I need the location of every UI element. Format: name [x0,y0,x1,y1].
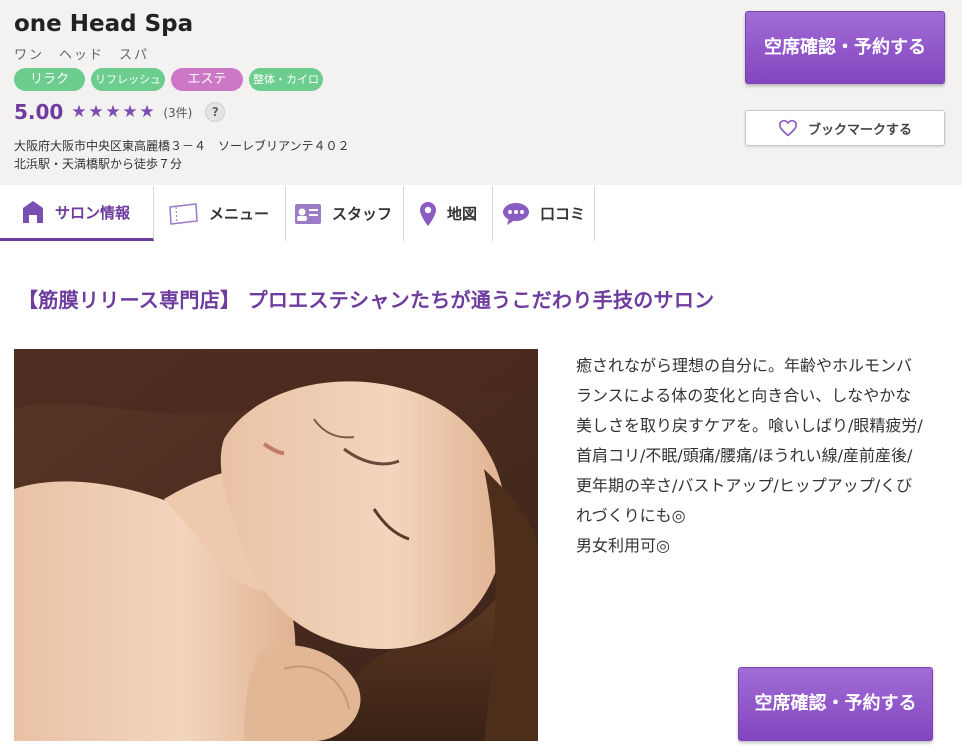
category-tags: リラク リフレッシュ エステ 整体・カイロ [14,68,323,91]
tab-salon-info[interactable]: サロン情報 [0,186,154,241]
star-icon: ★ [139,102,155,122]
tab-label: メニュー [209,205,270,223]
tab-menu[interactable]: メニュー [154,186,286,241]
review-count[interactable]: (3件) [163,104,192,121]
map-pin-icon [418,201,438,227]
ticket-icon [166,201,200,227]
catch-copy: 【筋膜リリース専門店】 プロエステシャンたちが通うこだわり手技のサロン [18,288,715,312]
rating: 5.00 ★ ★ ★ ★ ★ (3件) ? [14,100,226,124]
salon-tabs: サロン情報 メニュー スタッフ 地図 口コミ [0,186,962,242]
staff-card-icon [293,201,323,227]
bookmark-button[interactable]: ブックマークする [745,110,945,146]
tab-label: 口コミ [540,205,586,223]
tab-reviews[interactable]: 口コミ [493,186,595,241]
bookmark-label: ブックマークする [807,122,912,138]
description-text: 癒されながら理想の自分に。年齢やホルモンバランスによる体の変化と向き合い、しなや… [576,356,923,525]
tab-map[interactable]: 地図 [404,186,493,241]
chat-bubble-icon [501,201,531,227]
heart-icon [778,119,797,137]
home-icon [20,199,46,225]
rating-score: 5.00 [14,100,64,124]
address-block: 大阪府大阪市中央区東高麗橋３－４ ソーレブリアンテ４０２ 北浜駅・天満橋駅から徒… [14,137,350,173]
tag-seitai[interactable]: 整体・カイロ [249,68,323,91]
tab-label: サロン情報 [55,203,131,222]
tab-label: スタッフ [332,205,393,223]
reserve-button-top[interactable]: 空席確認・予約する [745,11,945,84]
description-note: 男女利用可◎ [576,536,670,555]
rating-stars: ★ ★ ★ ★ ★ [71,102,155,122]
reserve-button-bottom[interactable]: 空席確認・予約する [738,667,933,741]
tab-staff[interactable]: スタッフ [286,186,404,241]
star-icon: ★ [71,102,87,122]
head-spa-photo [14,349,538,741]
star-icon: ★ [122,102,138,122]
salon-kana: ワン ヘッド スパ [14,48,150,63]
access: 北浜駅・天満橋駅から徒歩７分 [14,157,183,171]
salon-photo [14,349,538,741]
tag-esthe[interactable]: エステ [171,68,243,91]
help-icon[interactable]: ? [205,102,226,122]
tag-refresh[interactable]: リフレッシュ [91,68,165,91]
star-icon: ★ [105,102,121,122]
tab-label: 地図 [447,205,478,223]
star-icon: ★ [88,102,104,122]
tag-relax[interactable]: リラク [14,68,85,91]
salon-header: one Head Spa ワン ヘッド スパ リラク リフレッシュ エステ 整体… [0,0,962,185]
address: 大阪府大阪市中央区東高麗橋３－４ ソーレブリアンテ４０２ [14,139,350,153]
salon-name: one Head Spa [14,11,194,37]
salon-description: 癒されながら理想の自分に。年齢やホルモンバランスによる体の変化と向き合い、しなや… [576,351,924,561]
